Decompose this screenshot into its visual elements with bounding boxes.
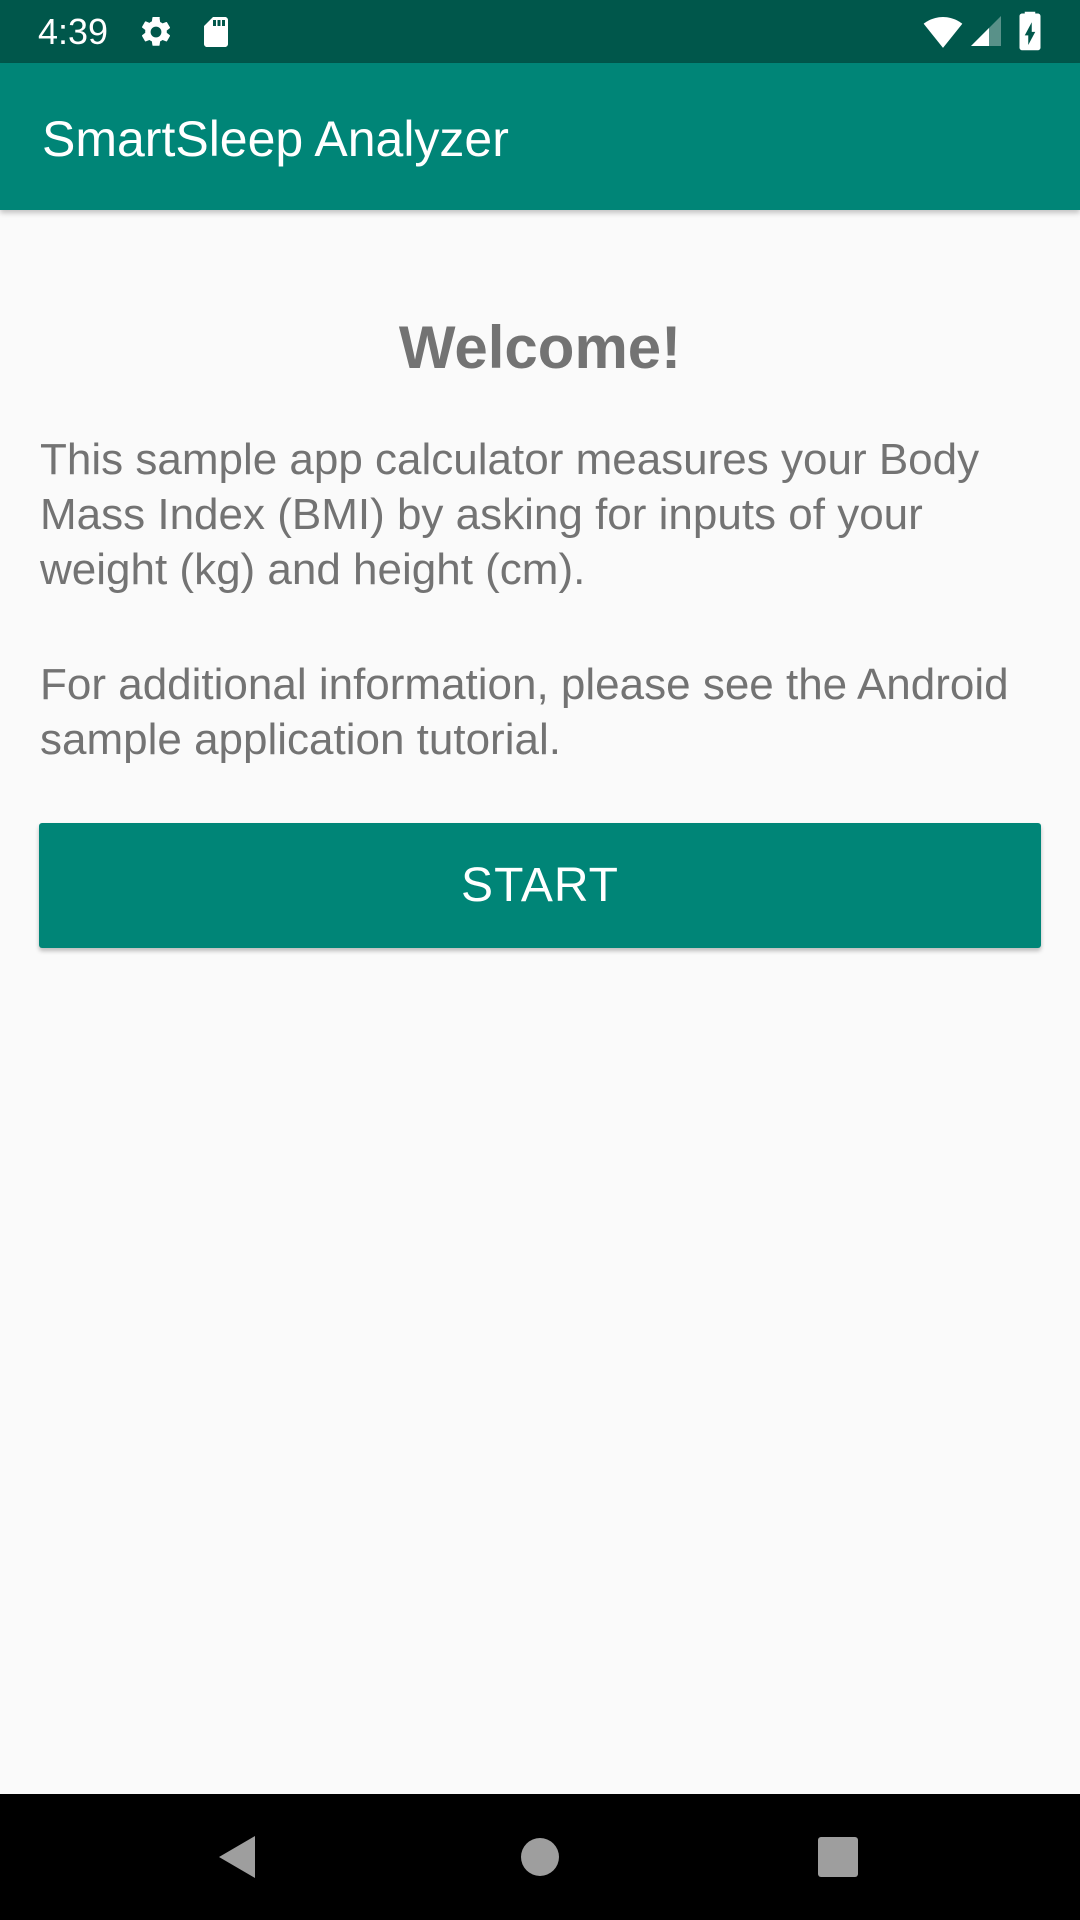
info-text: For additional information, please see t… — [40, 660, 1009, 764]
navigation-bar — [0, 1794, 1080, 1920]
gear-icon — [138, 14, 174, 50]
wifi-icon — [922, 12, 964, 52]
welcome-title: Welcome! — [398, 314, 682, 381]
start-button[interactable]: START — [39, 823, 1041, 948]
signal-icon — [968, 12, 1004, 50]
status-time: 4:39 — [38, 11, 109, 52]
home-icon[interactable] — [515, 1832, 565, 1882]
app-title: SmartSleep Analyzer — [42, 111, 509, 167]
recents-icon[interactable] — [813, 1832, 863, 1882]
status-bar: 4:39 — [0, 0, 1080, 63]
app-bar: SmartSleep Analyzer — [0, 63, 1080, 210]
back-icon[interactable] — [213, 1832, 263, 1882]
description-text: This sample app calculator measures your… — [40, 435, 980, 594]
sd-card-icon — [198, 14, 234, 50]
battery-charging-icon — [1016, 10, 1044, 52]
screen: 4:39 SmartSleep Analyzer Welcome! This s… — [0, 0, 1080, 1920]
